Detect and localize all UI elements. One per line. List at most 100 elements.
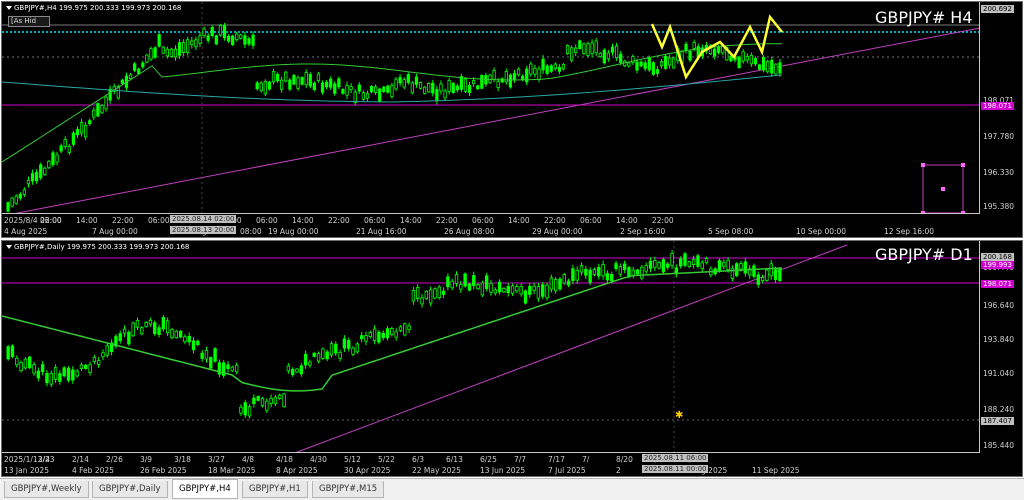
d1-candle: [79, 364, 84, 369]
h4-candle: [243, 35, 247, 45]
h4-chart-window[interactable]: GBPJPY#,H4 199.975 200.333 199.973 200.1…: [1, 1, 1023, 238]
d1-time-label-1: 2/4: [38, 455, 51, 464]
dashed-line-price-tag: 187.407: [981, 417, 1014, 425]
d1-candle: [446, 276, 450, 288]
d1-chart-canvas[interactable]: ✱: [2, 241, 1023, 477]
d1-candle: [467, 283, 472, 291]
d1-candle: [96, 360, 101, 365]
h4-candle: [26, 179, 31, 185]
h4-candle: [71, 132, 76, 145]
d1-candle: [489, 282, 493, 293]
h4-candle: [173, 48, 178, 58]
tab-gbpjpy-weekly[interactable]: GBPJPY#,Weekly: [4, 481, 89, 498]
h4-candle: [141, 62, 145, 68]
h4-candle: [239, 34, 243, 39]
h4-date-label-4: 21 Aug 16:00: [356, 227, 407, 236]
d1-candle: [295, 368, 299, 373]
d1-time-label-13: 6/13: [446, 455, 463, 464]
h4-price-axis[interactable]: 198.071 197.780 196.330 195.380 200.692 …: [979, 2, 1022, 237]
one-click-trading-panel[interactable]: [As Hid: [8, 16, 50, 27]
d1-candle: [338, 352, 342, 359]
h4-date-label-0: 4 Aug 2025: [4, 227, 48, 236]
h4-candle: [22, 189, 27, 195]
h4-candle: [137, 68, 141, 74]
dropdown-triangle-icon[interactable]: [6, 245, 12, 249]
d1-candle: [269, 397, 273, 404]
h4-symbol-title: GBPJPY# H4: [875, 8, 973, 27]
h4-candle: [594, 40, 598, 54]
d1-candle: [778, 268, 782, 281]
d1-time-axis[interactable]: 2025/1/13/23 2/4 2/14 2/26 3/9 3/18 3/27 4/8 4/1…: [2, 452, 980, 476]
tab-gbpjpy-h1[interactable]: GBPJPY#,H1: [242, 481, 308, 498]
h4-candle: [663, 55, 668, 69]
d1-candle: [351, 347, 355, 355]
h4-candle: [394, 78, 398, 90]
d1-candle: [118, 333, 122, 341]
tab-gbpjpy-daily[interactable]: GBPJPY#,Daily: [92, 481, 168, 498]
h4-candle: [365, 93, 370, 99]
h4-candle: [565, 45, 570, 55]
h4-candle: [190, 40, 194, 46]
h4-time-axis[interactable]: 2025/8/4 22:0006:0014:0022:0006:0014:002…: [2, 213, 980, 237]
d1-time-label-18: 8/20: [616, 455, 633, 464]
d1-candle: [691, 259, 696, 266]
h4-chart-canvas[interactable]: [2, 2, 1023, 238]
h4-candle: [304, 72, 308, 86]
h4-candle: [410, 82, 415, 94]
d1-candle: [252, 397, 256, 404]
h4-candle: [222, 25, 227, 39]
d1-chart-window[interactable]: ✱ GBPJPY#,Daily 199.975 200.333 199.973 …: [1, 240, 1023, 477]
h4-candle: [206, 35, 210, 41]
h4-candle: [312, 82, 316, 90]
h4-candle: [757, 64, 762, 70]
d1-candle: [92, 357, 97, 362]
d1-candle: [558, 278, 562, 290]
h4-candle: [333, 83, 337, 94]
h4-candle: [324, 81, 329, 88]
h4-candle: [255, 82, 259, 90]
h4-candle: [104, 96, 108, 110]
dropdown-triangle-icon[interactable]: [6, 6, 12, 10]
h4-candle: [284, 71, 288, 82]
h4-candle: [459, 76, 464, 90]
d1-date-label-11: 11 Sep 2025: [752, 466, 800, 475]
d1-candle: [36, 370, 41, 379]
h4-candle: [63, 138, 67, 147]
h4-candle: [182, 42, 186, 54]
h4-candle: [549, 65, 553, 72]
d1-candle: [433, 288, 437, 299]
h4-time-label-11: 14:00: [400, 216, 422, 225]
h4-candle: [373, 86, 378, 93]
tab-gbpjpy-h4[interactable]: GBPJPY#,H4: [172, 479, 238, 499]
d1-candle: [282, 393, 286, 407]
d1-candle: [687, 261, 692, 268]
h4-candle: [427, 83, 431, 93]
d1-candle: [200, 352, 204, 359]
selection-handle: [961, 163, 965, 167]
h4-time-label-15: 22:00: [544, 216, 566, 225]
d1-candle: [416, 287, 420, 299]
h4-time-label-12: 22:00: [436, 216, 458, 225]
d1-time-label-12: 6/3: [412, 455, 425, 464]
hline-price-tag-upper: 199.993: [981, 261, 1014, 269]
crosshair-time-tag-2: 2025.08.11 00:00: [642, 465, 709, 473]
d1-candle: [213, 348, 217, 362]
d1-candle: [666, 263, 670, 268]
h4-candle: [741, 51, 745, 62]
h4-candle: [275, 73, 280, 82]
d1-candle: [239, 406, 243, 414]
h4-candle: [745, 56, 749, 61]
h4-candle: [96, 103, 100, 117]
d1-candle: [532, 285, 536, 291]
h4-header-text: GBPJPY#,H4 199.975 200.333 199.973 200.1…: [14, 4, 182, 12]
d1-candle: [640, 266, 644, 279]
h4-candle: [296, 77, 300, 89]
d1-candle: [312, 352, 316, 357]
h4-candle: [198, 35, 202, 44]
h4-candle: [157, 34, 161, 47]
d1-price-axis[interactable]: 199.440 196.640 193.840 191.040 188.240 …: [979, 241, 1022, 476]
d1-candle: [247, 406, 252, 417]
h4-candle: [259, 82, 263, 92]
tab-gbpjpy-m15[interactable]: GBPJPY#,M15: [312, 481, 385, 498]
d1-time-label-11: 5/22: [378, 455, 395, 464]
